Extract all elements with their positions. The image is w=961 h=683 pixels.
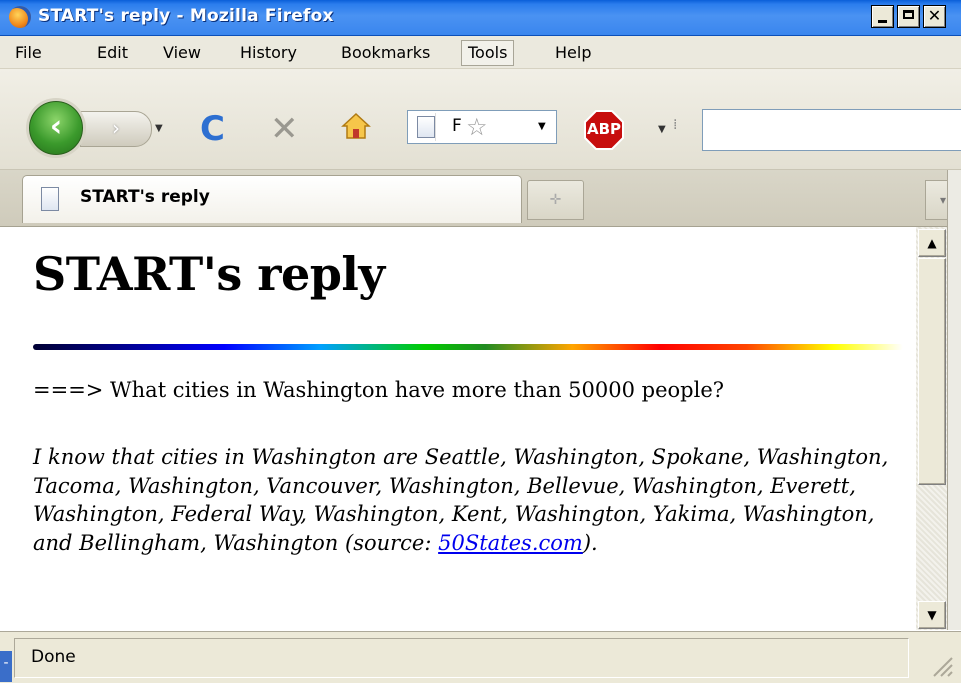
home-icon <box>341 112 371 139</box>
back-arrow-icon: ‹ <box>49 109 63 144</box>
menu-edit[interactable]: Edit <box>91 42 134 64</box>
bookmark-star-icon[interactable]: ☆ <box>466 113 488 141</box>
new-tab-button[interactable]: ✛ <box>527 180 584 220</box>
minimize-icon <box>878 20 887 23</box>
window-title: START's reply - Mozilla Firefox <box>38 6 334 26</box>
url-bar[interactable]: F ☆ ▼ <box>407 110 557 144</box>
minimize-button[interactable] <box>871 5 894 28</box>
url-separator <box>435 113 444 141</box>
close-button[interactable]: ✕ <box>923 5 946 28</box>
home-button[interactable] <box>341 112 371 140</box>
window-titlebar[interactable]: START's reply - Mozilla Firefox ✕ <box>0 0 961 36</box>
firefox-logo-icon <box>9 6 31 28</box>
page-content[interactable]: START's reply ===> What cities in Washin… <box>0 227 916 630</box>
menu-help[interactable]: Help <box>549 42 597 64</box>
stop-icon: ✕ <box>270 109 299 149</box>
reload-button[interactable]: C <box>200 109 225 149</box>
menu-tools[interactable]: Tools <box>461 40 515 66</box>
answer-text: I know that cities in Washington are Sea… <box>33 443 903 557</box>
arrow-up-icon: ▲ <box>927 236 937 250</box>
plus-icon: ✛ <box>549 192 562 208</box>
url-text[interactable]: F <box>452 116 462 136</box>
adblock-dropdown-icon[interactable]: ▼ <box>658 124 666 135</box>
maximize-button[interactable] <box>897 5 920 28</box>
history-dropdown-icon[interactable]: ▼ <box>155 123 163 134</box>
toolbar-splitter-icon[interactable]: ⁞ <box>673 117 677 133</box>
back-button[interactable]: ‹ <box>29 101 83 155</box>
taskbar-edge: - <box>0 651 12 682</box>
maximize-icon <box>903 10 914 19</box>
adblock-plus-button[interactable]: ABP <box>583 109 625 151</box>
tab-label: START's reply <box>80 187 210 207</box>
close-icon: ✕ <box>927 6 942 25</box>
menu-history[interactable]: History <box>234 42 303 64</box>
answer-end: ). <box>582 530 598 555</box>
tab-page-icon <box>41 187 59 211</box>
page-icon <box>417 116 435 138</box>
menu-bar: File Edit View History Bookmarks Tools H… <box>0 36 961 69</box>
reload-icon: C <box>200 109 225 149</box>
resize-grip-svg <box>933 657 953 677</box>
scroll-down-button[interactable]: ▼ <box>918 601 946 629</box>
menu-file[interactable]: File <box>9 42 48 64</box>
resize-grip-icon[interactable] <box>924 648 954 678</box>
status-field <box>14 638 909 678</box>
adblock-label: ABP <box>586 120 622 138</box>
forward-arrow-icon: › <box>112 116 120 140</box>
arrow-down-icon: ▼ <box>927 608 937 622</box>
question-text: ===> What cities in Washington have more… <box>33 378 725 402</box>
chevron-down-icon: ▾ <box>939 193 947 207</box>
scroll-thumb[interactable] <box>918 258 946 485</box>
window-border <box>947 170 961 630</box>
menu-bookmarks[interactable]: Bookmarks <box>335 42 436 64</box>
menu-view[interactable]: View <box>157 42 207 64</box>
rainbow-divider <box>33 344 903 350</box>
page-title: START's reply <box>33 247 385 301</box>
search-input[interactable] <box>702 109 961 151</box>
forward-button[interactable]: › <box>80 111 152 147</box>
tab-starts-reply[interactable]: START's reply <box>22 175 522 223</box>
url-dropdown-icon[interactable]: ▼ <box>538 121 546 132</box>
source-link[interactable]: 50States.com <box>438 531 583 555</box>
status-text: Done <box>31 647 76 667</box>
scroll-up-button[interactable]: ▲ <box>918 229 946 257</box>
stop-button[interactable]: ✕ <box>270 109 299 149</box>
